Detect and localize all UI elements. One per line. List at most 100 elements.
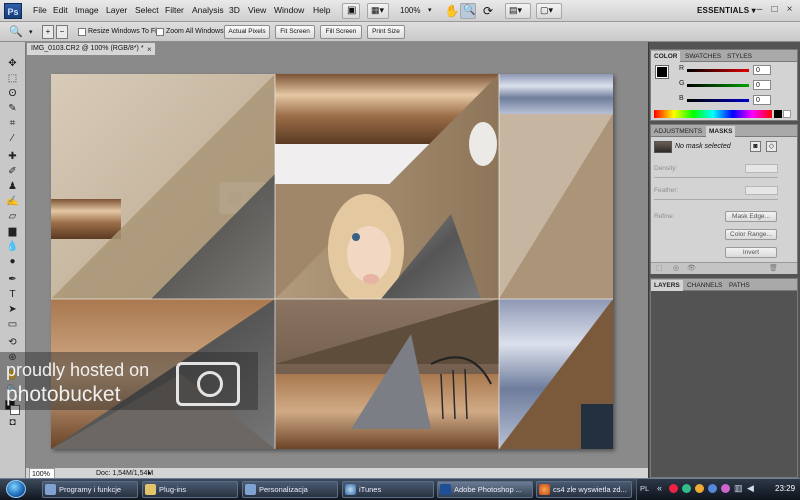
- tray-app-icon[interactable]: [721, 484, 730, 493]
- menu-analysis[interactable]: Analysis: [192, 5, 224, 15]
- shape-tool-icon[interactable]: ▭: [4, 319, 21, 331]
- screen-mode-button[interactable]: ▢▾: [536, 3, 562, 19]
- fit-screen-button[interactable]: Fit Screen: [275, 25, 315, 39]
- view-extras-button[interactable]: ▦▾: [367, 3, 389, 19]
- close-tab-icon[interactable]: ×: [147, 45, 152, 54]
- type-tool-icon[interactable]: T: [4, 289, 21, 301]
- tray-app-icon[interactable]: [682, 484, 691, 493]
- task-photoshop[interactable]: Adobe Photoshop ...: [437, 481, 533, 498]
- blue-slider[interactable]: [687, 99, 749, 102]
- 3d-rotate-tool-icon[interactable]: ⟲: [4, 337, 21, 349]
- tab-adjustments[interactable]: ADJUSTMENTS: [651, 126, 705, 137]
- move-tool-icon[interactable]: ✥: [4, 58, 21, 70]
- zoom-tool-preset-icon[interactable]: 🔍: [9, 25, 23, 38]
- menu-layer[interactable]: Layer: [106, 5, 127, 15]
- zoom-level[interactable]: 100%: [400, 6, 420, 15]
- tab-channels[interactable]: CHANNELS: [684, 280, 725, 291]
- zoom-in-icon[interactable]: +: [42, 25, 54, 39]
- tab-styles[interactable]: STYLES: [724, 51, 755, 62]
- lasso-tool-icon[interactable]: ʘ: [4, 88, 21, 100]
- eyedropper-tool-icon[interactable]: ⁄: [4, 133, 21, 145]
- marquee-tool-icon[interactable]: ⬚: [4, 73, 21, 85]
- color-spectrum-bar[interactable]: [654, 110, 772, 118]
- tab-paths[interactable]: PATHS: [726, 280, 753, 291]
- menu-window[interactable]: Window: [274, 5, 304, 15]
- foreground-color-swatch[interactable]: [655, 65, 669, 79]
- gradient-tool-icon[interactable]: ▆: [4, 226, 21, 238]
- tray-arrow-icon[interactable]: «: [657, 483, 662, 493]
- zoom-all-checkbox[interactable]: [156, 28, 164, 36]
- chevron-down-icon[interactable]: ▾: [29, 28, 33, 36]
- path-selection-tool-icon[interactable]: ➤: [4, 304, 21, 316]
- zoom-tool-button[interactable]: 🔍: [460, 3, 476, 19]
- brush-tool-icon[interactable]: ✐: [4, 166, 21, 178]
- close-icon[interactable]: ×: [782, 3, 797, 17]
- tab-swatches[interactable]: SWATCHES: [682, 51, 724, 62]
- visibility-icon[interactable]: 👁: [687, 264, 696, 272]
- document-tab[interactable]: IMG_0103.CR2 @ 100% (RGB/8*) *: [26, 42, 156, 56]
- menu-filter[interactable]: Filter: [165, 5, 184, 15]
- workspace-switcher[interactable]: ESSENTIALS ▾: [697, 6, 756, 15]
- clock[interactable]: 23:29: [775, 484, 795, 493]
- resize-windows-checkbox[interactable]: [78, 28, 86, 36]
- bridge-button[interactable]: ▣: [342, 3, 360, 19]
- print-size-button[interactable]: Print Size: [367, 25, 405, 39]
- red-value[interactable]: 0: [753, 65, 771, 75]
- trash-icon[interactable]: 🗑: [769, 264, 778, 272]
- eraser-tool-icon[interactable]: ▱: [4, 211, 21, 223]
- healing-brush-tool-icon[interactable]: ✚: [4, 151, 21, 163]
- blue-value[interactable]: 0: [753, 95, 771, 105]
- menu-view[interactable]: View: [248, 5, 266, 15]
- tray-app-icon[interactable]: [669, 484, 678, 493]
- menu-image[interactable]: Image: [75, 5, 99, 15]
- menu-help[interactable]: Help: [313, 5, 330, 15]
- network-icon[interactable]: ▥: [734, 483, 743, 494]
- tab-color[interactable]: COLOR: [651, 51, 681, 62]
- task-plugins[interactable]: Plug-ins: [142, 481, 238, 498]
- dodge-tool-icon[interactable]: ●: [4, 256, 21, 268]
- actual-pixels-button[interactable]: Actual Pixels: [224, 25, 270, 39]
- pen-tool-icon[interactable]: ✒: [4, 274, 21, 286]
- clone-stamp-tool-icon[interactable]: ♟: [4, 181, 21, 193]
- white-swatch[interactable]: [783, 110, 791, 118]
- load-selection-icon[interactable]: ⬚: [656, 264, 663, 272]
- tab-masks[interactable]: MASKS: [706, 126, 736, 137]
- rotate-view-icon[interactable]: ⟳: [480, 3, 496, 19]
- task-programy[interactable]: Programy i funkcje: [42, 481, 138, 498]
- history-brush-tool-icon[interactable]: ✍: [4, 196, 21, 208]
- system-tray: PL « ▥ ◀ 23:29: [636, 479, 800, 500]
- task-personalizacja[interactable]: Personalizacja: [242, 481, 338, 498]
- blur-tool-icon[interactable]: 💧: [4, 241, 21, 253]
- green-value[interactable]: 0: [753, 80, 771, 90]
- pixel-mask-icon[interactable]: ◙: [750, 141, 761, 152]
- quick-selection-tool-icon[interactable]: ✎: [4, 103, 21, 115]
- arrange-documents-button[interactable]: ▤▾: [505, 3, 531, 19]
- tab-layers[interactable]: LAYERS: [651, 280, 683, 291]
- zoom-out-icon[interactable]: −: [56, 25, 68, 39]
- green-slider[interactable]: [687, 84, 749, 87]
- black-swatch[interactable]: [774, 110, 782, 118]
- color-range-button[interactable]: Color Range...: [725, 229, 777, 240]
- task-browser[interactable]: cs4 zle wyswietla zd...: [536, 481, 632, 498]
- menu-3d[interactable]: 3D: [229, 5, 240, 15]
- fill-screen-button[interactable]: Fill Screen: [320, 25, 362, 39]
- start-button[interactable]: [6, 480, 26, 498]
- menu-edit[interactable]: Edit: [53, 5, 68, 15]
- menu-select[interactable]: Select: [135, 5, 159, 15]
- chevron-down-icon[interactable]: ▾: [428, 6, 432, 14]
- language-indicator[interactable]: PL: [640, 484, 649, 493]
- tray-app-icon[interactable]: [708, 484, 717, 493]
- volume-icon[interactable]: ◀: [747, 483, 754, 494]
- mask-edge-button[interactable]: Mask Edge...: [725, 211, 777, 222]
- quick-mask-icon[interactable]: ◘: [4, 417, 21, 429]
- minimize-icon[interactable]: –: [752, 3, 767, 17]
- tray-app-icon[interactable]: [695, 484, 704, 493]
- red-slider[interactable]: [687, 69, 749, 72]
- menu-file[interactable]: File: [33, 5, 47, 15]
- crop-tool-icon[interactable]: ⌗: [4, 118, 21, 130]
- invert-button[interactable]: Invert: [725, 247, 777, 258]
- apply-mask-icon[interactable]: ◎: [673, 264, 679, 272]
- hand-tool-icon[interactable]: ✋: [444, 3, 460, 19]
- maximize-icon[interactable]: □: [767, 3, 782, 17]
- vector-mask-icon[interactable]: ◇: [766, 141, 777, 152]
